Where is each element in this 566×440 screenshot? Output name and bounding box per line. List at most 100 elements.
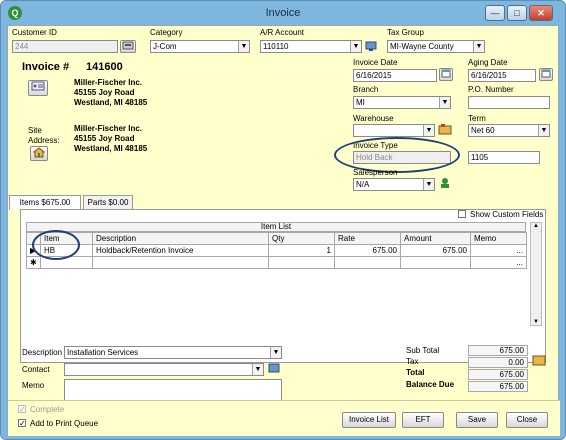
customer-id-field[interactable]: 244 [12,40,118,53]
chevron-down-icon[interactable]: ▼ [270,347,281,358]
site-home-icon[interactable] [30,146,48,161]
contact-select[interactable]: ▼ [64,363,264,376]
term-value: Net 60 [471,126,495,135]
chevron-down-icon[interactable]: ▼ [423,125,434,136]
cell-qty[interactable]: 1 [268,244,335,257]
cell-description[interactable] [92,256,269,269]
invoice-list-button[interactable]: Invoice List [342,412,396,428]
memo-label: Memo [22,381,45,390]
po-number-field[interactable] [468,96,550,109]
memo-field[interactable] [64,379,282,401]
site-address: Miller-Fischer Inc. 45155 Joy Road Westl… [74,124,147,154]
contact-card-icon[interactable] [268,363,280,375]
minimize-button[interactable]: — [485,5,505,21]
cell-rate[interactable] [334,256,401,269]
description-select[interactable]: Installation Services ▼ [64,346,282,359]
bill-to-line2: 45155 Joy Road [74,88,135,97]
salesperson-value: N/A [356,180,370,189]
chevron-down-icon[interactable]: ▼ [538,125,549,136]
branch-select[interactable]: MI ▼ [353,96,451,109]
save-button[interactable]: Save [456,412,498,428]
warehouse-icon[interactable] [438,123,452,136]
show-custom-fields-checkbox[interactable] [458,210,466,218]
vertical-scrollbar[interactable]: ▲ ▼ [530,222,542,326]
site-line3: Westland, MI 48185 [74,144,148,153]
item-list-header: Item List [26,222,526,232]
complete-label: Complete [30,405,65,414]
salesperson-select[interactable]: N/A ▼ [353,178,435,191]
invoice-date-field[interactable]: 6/16/2015 [353,69,437,82]
total-label: Total [406,368,425,377]
cell-description[interactable]: Holdback/Retention Invoice [92,244,269,257]
subtotal-value: 675.00 [468,345,528,356]
tax-calc-icon[interactable] [532,354,546,367]
col-qty[interactable]: Qty [268,232,335,245]
tab-items[interactable]: Items $675.00 [9,195,81,210]
invoice-type-extra-field[interactable]: 1105 [468,151,540,164]
print-queue-checkbox[interactable]: ✓ [18,419,26,428]
site-label-line1: Site [28,126,42,135]
ar-account-select[interactable]: 110110 ▼ [260,40,362,53]
eft-button[interactable]: EFT [402,412,444,428]
show-custom-fields-label: Show Custom Fields [470,210,544,219]
chevron-down-icon[interactable]: ▼ [473,41,484,52]
tax-group-select[interactable]: MI-Wayne County ▼ [387,40,485,53]
cell-rate[interactable]: 675.00 [334,244,401,257]
complete-checkbox[interactable]: ✓ [18,405,26,414]
customer-id-label: Customer ID [12,28,57,37]
col-memo[interactable]: Memo [470,232,527,245]
footer-bar: ✓ Complete ✓ Add to Print Queue Invoice … [8,400,560,436]
subtotal-label: Sub Total [406,346,440,355]
table-row-new[interactable]: ✱ ... [26,256,527,269]
table-row[interactable]: ▶ HB Holdback/Retention Invoice 1 675.00… [26,244,527,257]
cell-amount[interactable]: 675.00 [400,244,471,257]
calendar-icon[interactable] [539,68,553,81]
invoice-window: Q Invoice — □ ✕ Customer ID 244 Category… [0,0,566,440]
warehouse-select[interactable]: ▼ [353,124,435,137]
close-button[interactable]: Close [506,412,548,428]
col-rate[interactable]: Rate [334,232,401,245]
item-list-table: Item Description Qty Rate Amount Memo ▶ … [26,232,527,269]
cell-amount[interactable] [400,256,471,269]
chevron-down-icon[interactable]: ▼ [439,97,450,108]
salesperson-icon[interactable] [438,177,452,190]
customer-lookup-icon[interactable] [120,40,136,53]
balance-due-value: 675.00 [468,381,528,392]
balance-due-label: Balance Due [406,380,455,389]
bill-to-card-icon[interactable] [28,80,48,96]
memo-ellipsis-button[interactable]: ... [470,256,527,269]
scroll-down-icon[interactable]: ▼ [531,319,541,325]
aging-date-field[interactable]: 6/16/2015 [468,69,536,82]
category-value: J-Com [153,42,177,51]
term-select[interactable]: Net 60 ▼ [468,124,550,137]
site-label-line2: Address: [28,136,60,145]
tab-parts[interactable]: Parts $0.00 [83,195,133,209]
bill-to-line3: Westland, MI 48185 [74,98,148,107]
cell-qty[interactable] [268,256,335,269]
ar-account-value: 110110 [263,42,289,51]
col-description[interactable]: Description [92,232,269,245]
site-line1: Miller-Fischer Inc. [74,124,143,133]
account-icon[interactable] [365,40,377,52]
col-amount[interactable]: Amount [400,232,471,245]
close-window-button[interactable]: ✕ [529,5,553,21]
calendar-icon[interactable] [439,68,453,81]
category-select[interactable]: J-Com ▼ [150,40,250,53]
memo-ellipsis-button[interactable]: ... [470,244,527,257]
scroll-up-icon[interactable]: ▲ [531,223,541,229]
chevron-down-icon[interactable]: ▼ [423,179,434,190]
title-bar[interactable]: Q Invoice — □ ✕ [1,1,565,25]
chevron-down-icon[interactable]: ▼ [252,364,263,375]
highlight-ellipse [32,230,80,260]
warehouse-label: Warehouse [353,114,394,123]
chevron-down-icon[interactable]: ▼ [350,41,361,52]
print-queue-label: Add to Print Queue [30,419,99,428]
invoice-form: Customer ID 244 Category J-Com ▼ A/R Acco… [7,25,560,436]
new-row-icon: ✱ [26,256,41,269]
chevron-down-icon[interactable]: ▼ [238,41,249,52]
salesperson-label: Salesperson [353,168,398,177]
ar-account-label: A/R Account [260,28,305,37]
aging-date-label: Aging Date [468,58,508,67]
maximize-button[interactable]: □ [507,5,527,21]
description-label: Description [22,348,63,357]
